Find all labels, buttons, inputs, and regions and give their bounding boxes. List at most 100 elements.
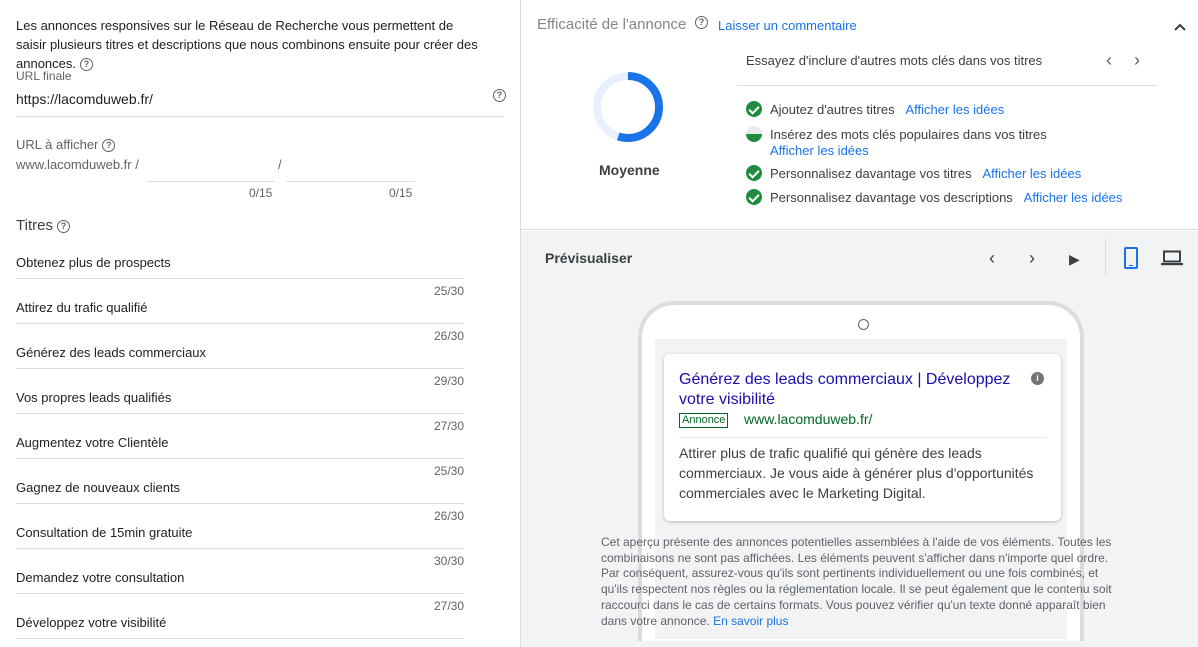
path1-input[interactable] <box>146 181 275 182</box>
suggestion-text: Personnalisez davantage vos titres Affic… <box>770 166 1081 181</box>
title-underline <box>16 593 464 594</box>
ad-strength-title: Efficacité de l'annonce <box>537 16 687 33</box>
path-separator: / <box>278 157 282 172</box>
learn-more-link[interactable]: En savoir plus <box>713 614 788 628</box>
title-input[interactable]: Générez des leads commerciaux <box>16 345 206 360</box>
tip-divider <box>737 85 1157 86</box>
disclaimer-text: Cet aperçu présente des annonces potenti… <box>601 535 1112 628</box>
title-field[interactable]: Générez des leads commerciaux 29/30 <box>16 345 464 390</box>
check-circle-icon <box>746 165 762 181</box>
ad-headline[interactable]: Générez des leads commerciaux | Développ… <box>679 370 1019 410</box>
title-counter: 26/30 <box>433 509 464 523</box>
intro-text: Les annonces responsives sur le Réseau d… <box>16 16 486 73</box>
final-url-underline <box>16 116 504 117</box>
suggestion-text: Insérez des mots clés populaires dans vo… <box>770 127 1047 159</box>
preview-disclaimer: Cet aperçu présente des annonces potenti… <box>601 535 1121 629</box>
suggestion-text: Ajoutez d'autres titres Afficher les idé… <box>770 102 1004 117</box>
ad-badge: Annonce <box>679 413 729 428</box>
show-ideas-link[interactable]: Afficher les idées <box>1024 190 1123 205</box>
chevron-left-icon[interactable]: ‹ <box>989 248 995 269</box>
title-input[interactable]: Gagnez de nouveaux clients <box>16 480 180 495</box>
title-counter: 27/30 <box>433 599 464 613</box>
mobile-device-icon[interactable] <box>1124 247 1138 269</box>
title-counter: 27/30 <box>433 419 464 433</box>
title-field[interactable]: Vos propres leads qualifiés 27/30 <box>16 390 464 435</box>
title-underline <box>16 503 464 504</box>
show-ideas-link[interactable]: Afficher les idées <box>770 143 869 158</box>
suggestion-label: Insérez des mots clés populaires dans vo… <box>770 127 1047 142</box>
title-underline <box>16 548 464 549</box>
help-icon[interactable]: ? <box>56 219 70 233</box>
final-url-label: URL finale <box>16 69 72 83</box>
play-icon[interactable]: ▶ <box>1069 251 1080 268</box>
titles-heading: Titres? <box>16 217 70 234</box>
title-input[interactable]: Augmentez votre Clientèle <box>16 435 168 450</box>
title-input[interactable]: Attirez du trafic qualifié <box>16 300 148 315</box>
help-icon[interactable]: ? <box>695 16 708 29</box>
title-counter: 26/30 <box>433 329 464 343</box>
check-circle-icon <box>746 189 762 205</box>
leave-comment-link[interactable]: Laisser un commentaire <box>718 18 857 33</box>
show-ideas-link[interactable]: Afficher les idées <box>982 166 1081 181</box>
ad-display-url: www.lacomduweb.fr/ <box>744 411 873 427</box>
suggestion-label: Ajoutez d'autres titres <box>770 102 895 117</box>
title-field[interactable]: Attirez du trafic qualifié 26/30 <box>16 300 464 345</box>
partial-circle-icon <box>746 126 762 142</box>
path2-input[interactable] <box>286 181 415 182</box>
path2-counter: 0/15 <box>389 186 413 200</box>
title-field[interactable]: Obtenez plus de prospects 25/30 <box>16 255 464 300</box>
path1-counter: 0/15 <box>249 186 273 200</box>
final-url-input[interactable]: https://lacomduweb.fr/ <box>16 91 153 107</box>
title-counter: 30/30 <box>433 554 464 568</box>
display-url-label-text: URL à afficher <box>16 137 99 152</box>
title-underline <box>16 323 464 324</box>
help-icon[interactable]: ? <box>493 89 506 102</box>
suggestion-label: Personnalisez davantage vos descriptions <box>770 190 1013 205</box>
title-input[interactable]: Demandez votre consultation <box>16 570 184 585</box>
info-icon[interactable]: i <box>1031 372 1044 385</box>
toolbar-divider <box>1105 239 1106 275</box>
title-underline <box>16 413 464 414</box>
chevron-up-icon[interactable] <box>1171 18 1189 36</box>
preview-panel: Prévisualiser ‹ › ▶ Générez des leads co… <box>521 231 1198 647</box>
tip-text: Essayez d'inclure d'autres mots clés dan… <box>746 53 1043 68</box>
chevron-left-icon[interactable]: ‹ <box>1106 50 1112 71</box>
suggestion-label: Personnalisez davantage vos titres <box>770 166 972 181</box>
ad-strength-donut <box>593 72 663 142</box>
title-underline <box>16 368 464 369</box>
chevron-right-icon[interactable]: › <box>1029 248 1035 269</box>
title-input[interactable]: Vos propres leads qualifiés <box>16 390 171 405</box>
title-field[interactable]: Augmentez votre Clientèle 25/30 <box>16 435 464 480</box>
title-counter: 25/30 <box>433 464 464 478</box>
show-ideas-link[interactable]: Afficher les idées <box>905 102 1004 117</box>
ad-strength-panel: Efficacité de l'annonce ? Laisser un com… <box>521 0 1198 230</box>
check-circle-icon <box>746 101 762 117</box>
ad-editor-panel: Les annonces responsives sur le Réseau d… <box>0 0 520 647</box>
ad-preview-card: Générez des leads commerciaux | Développ… <box>664 354 1061 521</box>
title-field[interactable]: Consultation de 15min gratuite 30/30 <box>16 525 464 570</box>
title-underline <box>16 638 464 639</box>
phone-camera <box>858 319 869 330</box>
title-underline <box>16 458 464 459</box>
title-field[interactable]: Gagnez de nouveaux clients 26/30 <box>16 480 464 525</box>
ad-strength-label: Moyenne <box>599 162 660 178</box>
laptop-icon[interactable] <box>1161 250 1183 266</box>
title-input[interactable]: Développez votre visibilité <box>16 615 166 630</box>
display-url-base: www.lacomduweb.fr / <box>16 157 139 172</box>
help-icon[interactable]: ? <box>102 139 116 153</box>
title-counter: 25/30 <box>433 284 464 298</box>
ad-divider <box>679 437 1046 438</box>
display-url-label: URL à afficher? <box>16 137 116 153</box>
title-input[interactable]: Consultation de 15min gratuite <box>16 525 192 540</box>
title-underline <box>16 278 464 279</box>
title-input[interactable]: Obtenez plus de prospects <box>16 255 171 270</box>
suggestion-text: Personnalisez davantage vos descriptions… <box>770 190 1122 205</box>
preview-title: Prévisualiser <box>545 250 633 266</box>
chevron-right-icon[interactable]: › <box>1134 50 1140 71</box>
title-field[interactable]: Développez votre visibilité <box>16 615 464 647</box>
titles-heading-text: Titres <box>16 217 53 234</box>
help-icon[interactable]: ? <box>80 58 93 72</box>
title-field[interactable]: Demandez votre consultation 27/30 <box>16 570 464 615</box>
ad-description: Attirer plus de trafic qualifié qui génè… <box>679 445 1034 501</box>
title-counter: 29/30 <box>433 374 464 388</box>
